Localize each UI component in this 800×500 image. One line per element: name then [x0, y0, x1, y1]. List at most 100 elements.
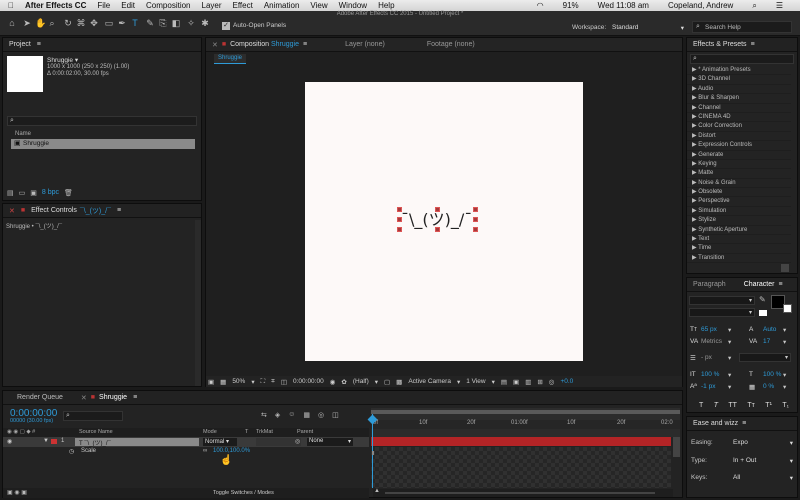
tab-paragraph[interactable]: Paragraph: [693, 281, 726, 288]
panel-menu-icon[interactable]: ≡: [303, 41, 307, 48]
toggle-switches-modes[interactable]: Toggle Switches / Modes: [213, 490, 274, 496]
superscript-button[interactable]: T¹: [765, 402, 772, 409]
effect-category[interactable]: ▶ Blur & Sharpen: [687, 94, 791, 104]
composition-canvas[interactable]: ¯\_(ツ)_/¯: [305, 82, 583, 361]
ram-preview-icon[interactable]: ▣: [208, 378, 214, 386]
close-icon[interactable]: ✕: [81, 394, 87, 402]
composition-tab[interactable]: Composition Shruggie: [230, 41, 299, 48]
effects-presets-title[interactable]: Effects & Presets: [693, 41, 747, 48]
roto-tool-icon[interactable]: ✧: [186, 18, 196, 28]
panel-menu-icon[interactable]: ≡: [37, 41, 41, 48]
effect-category[interactable]: ▶ Distort: [687, 132, 791, 142]
list-icon[interactable]: ☰: [776, 1, 783, 10]
toggle-pixel-icon[interactable]: ▤: [501, 378, 507, 386]
shy-layers-icon[interactable]: ☺: [288, 411, 295, 419]
effect-category[interactable]: ▶ Generate: [687, 151, 791, 160]
timeline-icon[interactable]: ▥: [525, 378, 531, 386]
menu-file[interactable]: File: [97, 1, 110, 10]
workspace-select[interactable]: Standard ▾: [612, 24, 684, 32]
tab-render-queue[interactable]: Render Queue: [17, 394, 63, 401]
menu-animation[interactable]: Animation: [264, 1, 300, 10]
transform-handle[interactable]: [435, 227, 440, 232]
effect-category[interactable]: ▶ Obsolete: [687, 188, 791, 198]
timeline-scrollbar[interactable]: [673, 437, 680, 457]
scrollbar[interactable]: [195, 220, 201, 386]
timeline-search-input[interactable]: ⌕: [63, 411, 123, 421]
transform-handle[interactable]: [473, 207, 478, 212]
new-composition-icon[interactable]: ▣: [30, 189, 37, 199]
column-name-header[interactable]: Name: [15, 131, 31, 137]
trash-icon[interactable]: 🗑: [64, 189, 73, 199]
effect-category[interactable]: ▶ CINEMA 4D: [687, 113, 791, 123]
transform-handle[interactable]: [473, 217, 478, 222]
effect-category[interactable]: ▶ Color Correction: [687, 122, 791, 132]
ease-title[interactable]: Ease and wizz: [693, 420, 738, 427]
effect-category[interactable]: ▶ Matte: [687, 169, 791, 179]
transform-handle[interactable]: [397, 227, 402, 232]
effect-category[interactable]: ▶ 3D Channel: [687, 75, 791, 85]
panel-menu-icon[interactable]: ≡: [117, 207, 121, 214]
transform-handle[interactable]: [435, 207, 440, 212]
scale-value[interactable]: 100.0,100.0%: [213, 448, 250, 454]
selection-tool-icon[interactable]: ➤: [22, 18, 32, 28]
chevron-down-icon[interactable]: ▾: [783, 371, 786, 379]
effect-category[interactable]: ▶ Text: [687, 235, 791, 245]
interpret-footage-icon[interactable]: ▤: [7, 189, 14, 199]
fit-icon[interactable]: ⛶: [261, 378, 266, 386]
transform-handle[interactable]: [397, 207, 402, 212]
subscript-button[interactable]: T₁: [782, 402, 789, 409]
font-size-value[interactable]: 65 px: [701, 326, 717, 333]
close-icon[interactable]: ✕: [212, 41, 218, 49]
menu-effect[interactable]: Effect: [233, 1, 253, 10]
panel-menu-icon[interactable]: ≡: [778, 281, 782, 288]
close-icon[interactable]: ✕: [9, 207, 15, 215]
faux-bold-button[interactable]: T: [699, 402, 703, 409]
draft-3d-icon[interactable]: ◈: [275, 411, 280, 419]
easing-select[interactable]: Expo ▾: [733, 439, 793, 447]
keys-select[interactable]: All ▾: [733, 474, 793, 482]
column-t[interactable]: T: [245, 429, 248, 435]
layer-row[interactable]: ◉ ▼ 1 T ¯\_(ツ)_/¯ Normal ▾ ◎ None ▾: [3, 437, 369, 447]
small-caps-button[interactable]: Tт: [747, 402, 754, 409]
rectangle-tool-icon[interactable]: ▭: [104, 18, 114, 28]
expand-panes-icon[interactable]: ▣ ◉ ▣: [7, 489, 27, 496]
camera-select[interactable]: Active Camera: [408, 378, 451, 385]
footage-tab[interactable]: Footage (none): [427, 41, 475, 48]
project-item-name[interactable]: Shruggie ▾: [47, 56, 78, 64]
auto-open-checkbox[interactable]: ✓: [222, 22, 230, 30]
camera-tool-icon[interactable]: ⌘: [76, 18, 86, 28]
menu-help[interactable]: Help: [378, 1, 394, 10]
column-mode[interactable]: Mode: [203, 429, 217, 435]
panel-menu-icon[interactable]: ≡: [751, 41, 755, 48]
current-time[interactable]: 0:00:00:00: [293, 378, 324, 385]
stroke-width-value[interactable]: - px: [701, 354, 712, 361]
layer-tab[interactable]: Layer (none): [345, 41, 385, 48]
exposure-icon[interactable]: ◎: [549, 378, 555, 386]
zoom-select[interactable]: 50%: [232, 378, 245, 385]
column-source-name[interactable]: Source Name: [79, 429, 113, 435]
view-layout-select[interactable]: 1 View: [466, 378, 485, 385]
chevron-down-icon[interactable]: ▾: [728, 326, 731, 334]
clock[interactable]: Wed 11:08 am: [598, 1, 649, 10]
flowchart-icon[interactable]: ⊞: [537, 378, 542, 386]
effect-category[interactable]: ▶ Keying: [687, 160, 791, 170]
vertical-scale-value[interactable]: 100 %: [701, 371, 719, 378]
comp-mini-flowchart-icon[interactable]: ⇆: [261, 411, 267, 419]
panel-resize-icon[interactable]: [781, 264, 789, 272]
transform-handle[interactable]: [397, 217, 402, 222]
time-navigator[interactable]: [371, 408, 680, 420]
zoom-slider[interactable]: ▲: [373, 488, 673, 497]
mask-icon[interactable]: ◫: [281, 378, 287, 386]
parent-select[interactable]: None ▾: [307, 438, 353, 446]
eye-icon[interactable]: ◉: [7, 438, 12, 445]
menu-edit[interactable]: Edit: [121, 1, 135, 10]
panel-menu-icon[interactable]: ≡: [742, 420, 746, 427]
horizontal-scale-value[interactable]: 100 %: [763, 371, 781, 378]
comp-subtab[interactable]: Shruggie: [214, 54, 247, 64]
eraser-tool-icon[interactable]: ◧: [171, 18, 181, 28]
font-style-select[interactable]: ▾: [689, 308, 755, 317]
effect-category[interactable]: ▶ Synthetic Aperture: [687, 226, 791, 236]
bpc-toggle[interactable]: 8 bpc: [42, 189, 59, 199]
effect-category[interactable]: ▶ Noise & Grain: [687, 179, 791, 189]
transform-handle[interactable]: [473, 227, 478, 232]
